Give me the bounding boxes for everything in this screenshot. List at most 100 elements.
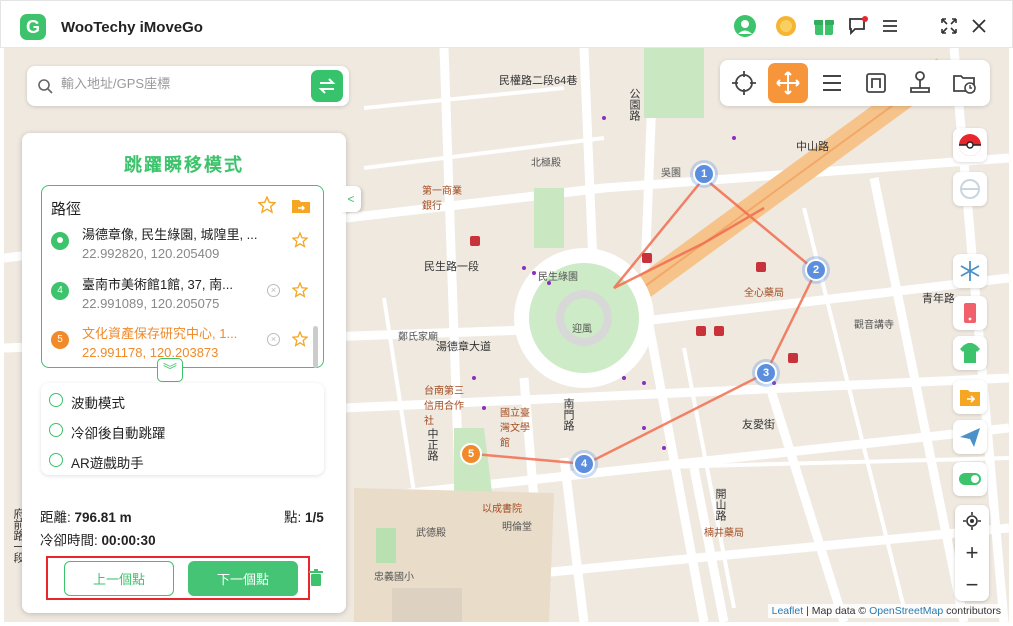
close-icon[interactable] [968,15,990,37]
distance-label: 距離: [40,510,71,525]
teleport-mode-button[interactable] [724,63,764,103]
star-icon[interactable] [292,232,308,248]
user-avatar-icon[interactable] [734,15,756,37]
star-icon[interactable] [292,331,308,347]
radio-icon[interactable] [49,453,63,467]
search-input[interactable] [61,76,301,91]
share-location-button[interactable] [953,420,987,454]
map-label: 友愛街 [742,419,775,431]
map-label: 國立臺灣文學館 [500,408,530,449]
coin-icon[interactable] [775,15,797,37]
locate-icon[interactable] [955,505,989,537]
message-icon[interactable] [847,15,869,37]
phone-icon [964,303,976,323]
map-label: 忠義國小 [374,572,414,583]
zoom-out-button[interactable]: − [955,569,989,601]
trash-icon[interactable] [309,569,323,587]
distance-stat: 距離: 796.81 m [40,506,132,526]
map-label: 中正路 [426,428,438,461]
map-label: 觀音講寺 [854,320,894,331]
app-logo-icon: G [20,14,46,40]
favorite-route-icon[interactable] [258,196,276,214]
cooldown-label: 冷卻時間: [40,533,98,548]
multi-spot-mode-button[interactable] [856,63,896,103]
osm-link[interactable]: OpenStreetMap [869,605,943,617]
route-marker-4[interactable]: 4 [573,453,595,475]
expand-list-button[interactable]: ︾ [157,358,183,382]
route-item-marker: 4 [51,282,69,300]
route-item-title: 湯德章像, 民生綠園, 城隍里, ... [82,227,258,242]
cooldown-stat: 冷卻時間: 00:00:30 [40,529,156,549]
start-point-icon [51,232,69,250]
import-route-button[interactable] [953,380,987,414]
game-assist-button[interactable] [953,172,987,206]
attribution-tail: contributors [946,605,1001,617]
map-label: 公園路 [628,88,640,121]
radio-icon[interactable] [49,393,63,407]
move-arrows-icon [776,71,800,95]
folder-clock-icon [953,75,976,94]
distance-value: 796.81 m [74,510,132,525]
leaflet-link[interactable]: Leaflet [772,605,804,617]
map-label: 中山路 [796,141,829,153]
remove-icon[interactable]: × [267,333,280,346]
map-label: 南門路 [562,398,574,431]
fullscreen-icon[interactable] [938,15,960,37]
remove-icon[interactable]: × [267,284,280,297]
snowflake-icon [960,261,980,281]
route-label: 路徑 [51,201,82,218]
jump-teleport-panel: 跳躍瞬移模式 路徑 湯德章像, 民生綠園, 城隍里, ... 22.992820… [22,133,346,613]
pokeball-icon [959,134,981,156]
search-bar [27,66,349,106]
joystick-mode-button[interactable] [900,63,940,103]
history-button[interactable] [944,63,984,103]
option-label: AR遊戲助手 [71,456,144,471]
crosshair-icon [732,71,756,95]
route-item[interactable]: 4 臺南市美術館1館, 37, 南... 22.991089, 120.2050… [42,272,312,320]
next-point-button[interactable]: 下一個點 [188,561,298,596]
title-bar: G WooTechy iMoveGo [0,0,1013,48]
pokemon-go-button[interactable] [953,128,987,162]
options-box: 波動模式 冷卻後自動跳躍 AR遊戲助手 [41,383,324,475]
mode-toolbar [720,60,990,106]
route-marker-2[interactable]: 2 [805,259,827,281]
jump-teleport-mode-button[interactable] [768,63,808,103]
radio-icon[interactable] [49,423,63,437]
gift-icon[interactable] [813,15,835,37]
map-label: 迎風 [572,324,592,335]
collapse-panel-button[interactable]: < [341,186,361,212]
zoom-in-button[interactable]: + [955,537,989,569]
route-list-scrollbar[interactable] [313,326,318,368]
route-marker-1[interactable]: 1 [693,163,715,185]
star-icon[interactable] [292,282,308,298]
route-marker-3[interactable]: 3 [755,362,777,384]
points-stat: 點: 1/5 [284,506,324,526]
attribution-text: | Map data © [806,605,867,617]
path-icon [866,73,886,93]
freeze-button[interactable] [953,254,987,288]
map-label: 武德殿 [416,528,446,539]
previous-point-button[interactable]: 上一個點 [64,561,174,596]
map-label: 湯德章大道 [436,341,491,353]
skin-button[interactable] [953,336,987,370]
route-item[interactable]: 湯德章像, 民生綠園, 城隍里, ... 22.992820, 120.2054… [42,222,312,270]
menu-icon[interactable] [879,15,901,37]
route-item-marker: 5 [51,331,69,349]
chevron-left-icon: < [347,192,355,206]
cooldown-value: 00:00:30 [101,533,156,548]
route-list: 路徑 湯德章像, 民生綠園, 城隍里, ... 22.992820, 120.2… [41,185,324,368]
go-button[interactable] [311,70,343,102]
map-label: 以成書院 [482,504,522,515]
toggle-button[interactable] [953,462,987,496]
two-spot-mode-button[interactable] [812,63,852,103]
points-value: 1/5 [305,510,324,525]
toggle-icon [959,473,981,485]
tshirt-icon [960,343,980,363]
phone-button[interactable] [953,296,987,330]
import-folder-icon[interactable] [291,198,311,214]
paper-plane-icon [960,428,980,447]
double-chevron-down-icon: ︾ [163,362,177,378]
joystick-icon [910,71,930,93]
route-item-coord: 22.991178, 120.203873 [82,345,219,360]
route-marker-5[interactable]: 5 [460,443,482,465]
